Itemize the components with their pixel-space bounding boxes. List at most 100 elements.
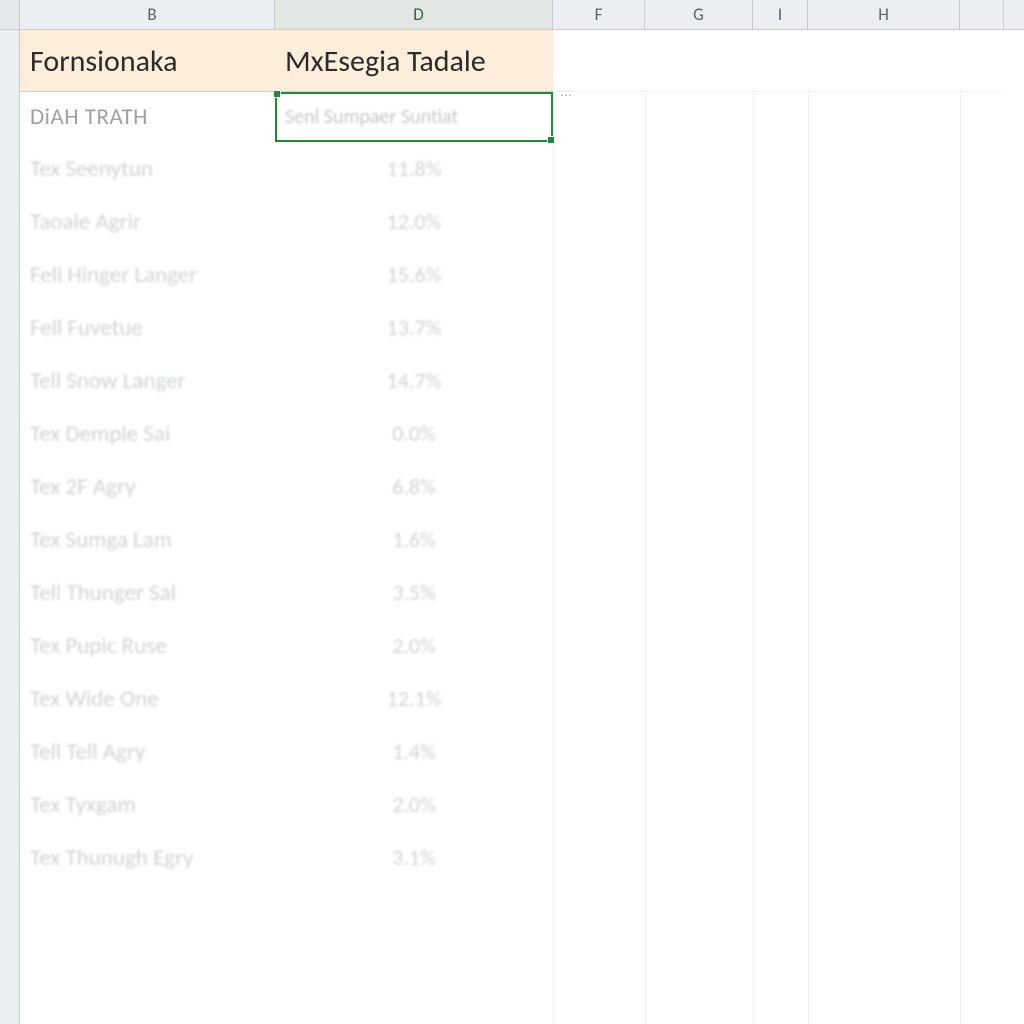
cell-empty[interactable] <box>553 566 645 619</box>
cell-empty[interactable] <box>808 566 960 619</box>
cell-empty[interactable] <box>753 142 808 195</box>
cell-value[interactable]: 11.8% <box>275 142 553 195</box>
cell-empty[interactable] <box>645 407 753 460</box>
cell-label[interactable]: Tex Pupic Ruse <box>20 619 275 672</box>
cell-B2[interactable]: DiAH TRATH <box>20 92 275 142</box>
cell-G1[interactable] <box>645 30 753 92</box>
cell-empty[interactable] <box>553 142 645 195</box>
cell-empty[interactable] <box>645 778 753 831</box>
cell-empty[interactable] <box>753 619 808 672</box>
cell-empty[interactable] <box>960 778 1004 831</box>
column-header-H[interactable]: H <box>808 0 960 29</box>
cell-label[interactable]: Taoale Agrir <box>20 195 275 248</box>
cell-empty[interactable] <box>645 195 753 248</box>
grid-body[interactable]: Fornsionaka MxEsegia Tadale DiAH TRATH S… <box>20 30 1024 1024</box>
cell-value[interactable]: 6.8% <box>275 460 553 513</box>
cell-empty[interactable] <box>553 725 645 778</box>
cell-empty[interactable] <box>960 619 1004 672</box>
cell-label[interactable]: Tex 2F Agry <box>20 460 275 513</box>
cell-empty[interactable] <box>960 460 1004 513</box>
cell-label[interactable]: Tex Demple Sai <box>20 407 275 460</box>
cell-empty[interactable] <box>753 248 808 301</box>
cell-empty[interactable] <box>553 831 645 884</box>
cell-empty[interactable] <box>645 725 753 778</box>
cell-tail2[interactable] <box>960 92 1004 142</box>
cell-G2[interactable] <box>645 92 753 142</box>
column-header-tail[interactable] <box>960 0 1004 29</box>
cell-empty[interactable] <box>645 566 753 619</box>
cell-value[interactable]: 1.6% <box>275 513 553 566</box>
cell-value[interactable]: 3.1% <box>275 831 553 884</box>
cell-value[interactable]: 1.4% <box>275 725 553 778</box>
cell-empty[interactable] <box>753 513 808 566</box>
column-header-F[interactable]: F <box>553 0 645 29</box>
cell-label[interactable]: Tex Thunugh Egry <box>20 831 275 884</box>
cell-empty[interactable] <box>753 195 808 248</box>
cell-empty[interactable] <box>960 407 1004 460</box>
cell-empty[interactable] <box>753 301 808 354</box>
row-header-strip[interactable] <box>0 30 20 1024</box>
cell-empty[interactable] <box>553 195 645 248</box>
cell-empty[interactable] <box>753 672 808 725</box>
cell-label[interactable]: Tell Thunger Sal <box>20 566 275 619</box>
cell-empty[interactable] <box>808 407 960 460</box>
cell-empty[interactable] <box>960 672 1004 725</box>
cell-label[interactable]: Tex Seenytun <box>20 142 275 195</box>
cell-empty[interactable] <box>645 354 753 407</box>
cell-empty[interactable] <box>753 407 808 460</box>
select-all-corner[interactable] <box>0 0 20 29</box>
cell-value[interactable]: 12.1% <box>275 672 553 725</box>
cell-empty[interactable] <box>553 619 645 672</box>
cell-value[interactable]: 2.0% <box>275 778 553 831</box>
cell-empty[interactable] <box>808 619 960 672</box>
cell-value[interactable]: 0.0% <box>275 407 553 460</box>
cell-empty[interactable] <box>808 354 960 407</box>
cell-empty[interactable] <box>753 566 808 619</box>
column-header-G[interactable]: G <box>645 0 753 29</box>
cell-empty[interactable] <box>960 248 1004 301</box>
cell-empty[interactable] <box>753 778 808 831</box>
cell-label[interactable]: Fell Hinger Langer <box>20 248 275 301</box>
cell-empty[interactable] <box>553 354 645 407</box>
cell-empty[interactable] <box>645 513 753 566</box>
column-header-B[interactable]: B <box>20 0 275 29</box>
cell-H1[interactable] <box>808 30 960 92</box>
cell-label[interactable]: Tex Sumga Lam <box>20 513 275 566</box>
cell-value[interactable]: 12.0% <box>275 195 553 248</box>
cell-empty[interactable] <box>553 407 645 460</box>
selection-handle-bottom-right[interactable] <box>547 136 555 144</box>
selection-handle-top-left[interactable] <box>273 90 281 98</box>
cell-empty[interactable] <box>960 566 1004 619</box>
cell-value[interactable]: 3.5% <box>275 566 553 619</box>
cell-empty[interactable] <box>553 513 645 566</box>
cell-tail1[interactable] <box>960 30 1004 92</box>
cell-empty[interactable] <box>553 460 645 513</box>
cell-B1[interactable]: Fornsionaka <box>20 30 275 92</box>
cell-empty[interactable] <box>753 460 808 513</box>
cell-empty[interactable] <box>645 672 753 725</box>
cell-empty[interactable] <box>808 248 960 301</box>
cell-H2[interactable] <box>808 92 960 142</box>
cell-empty[interactable] <box>553 248 645 301</box>
cell-value[interactable]: 13.7% <box>275 301 553 354</box>
cell-empty[interactable] <box>808 460 960 513</box>
cell-empty[interactable] <box>808 672 960 725</box>
cell-empty[interactable] <box>753 831 808 884</box>
cell-empty[interactable] <box>808 778 960 831</box>
cell-empty[interactable] <box>645 619 753 672</box>
cell-value[interactable]: 14.7% <box>275 354 553 407</box>
cell-empty[interactable] <box>808 513 960 566</box>
cell-label[interactable]: Tell Tell Agry <box>20 725 275 778</box>
cell-empty[interactable] <box>960 725 1004 778</box>
cell-empty[interactable] <box>645 301 753 354</box>
cell-empty[interactable] <box>960 513 1004 566</box>
cell-empty[interactable] <box>645 831 753 884</box>
cell-value[interactable]: 15.6% <box>275 248 553 301</box>
cell-D2[interactable]: Senl Sumpaer Suntiat <box>275 92 553 142</box>
cell-empty[interactable] <box>960 195 1004 248</box>
cell-empty[interactable] <box>553 301 645 354</box>
cell-empty[interactable] <box>960 354 1004 407</box>
cell-empty[interactable] <box>553 778 645 831</box>
cell-label[interactable]: Tex Wide One <box>20 672 275 725</box>
column-header-I[interactable]: I <box>753 0 808 29</box>
